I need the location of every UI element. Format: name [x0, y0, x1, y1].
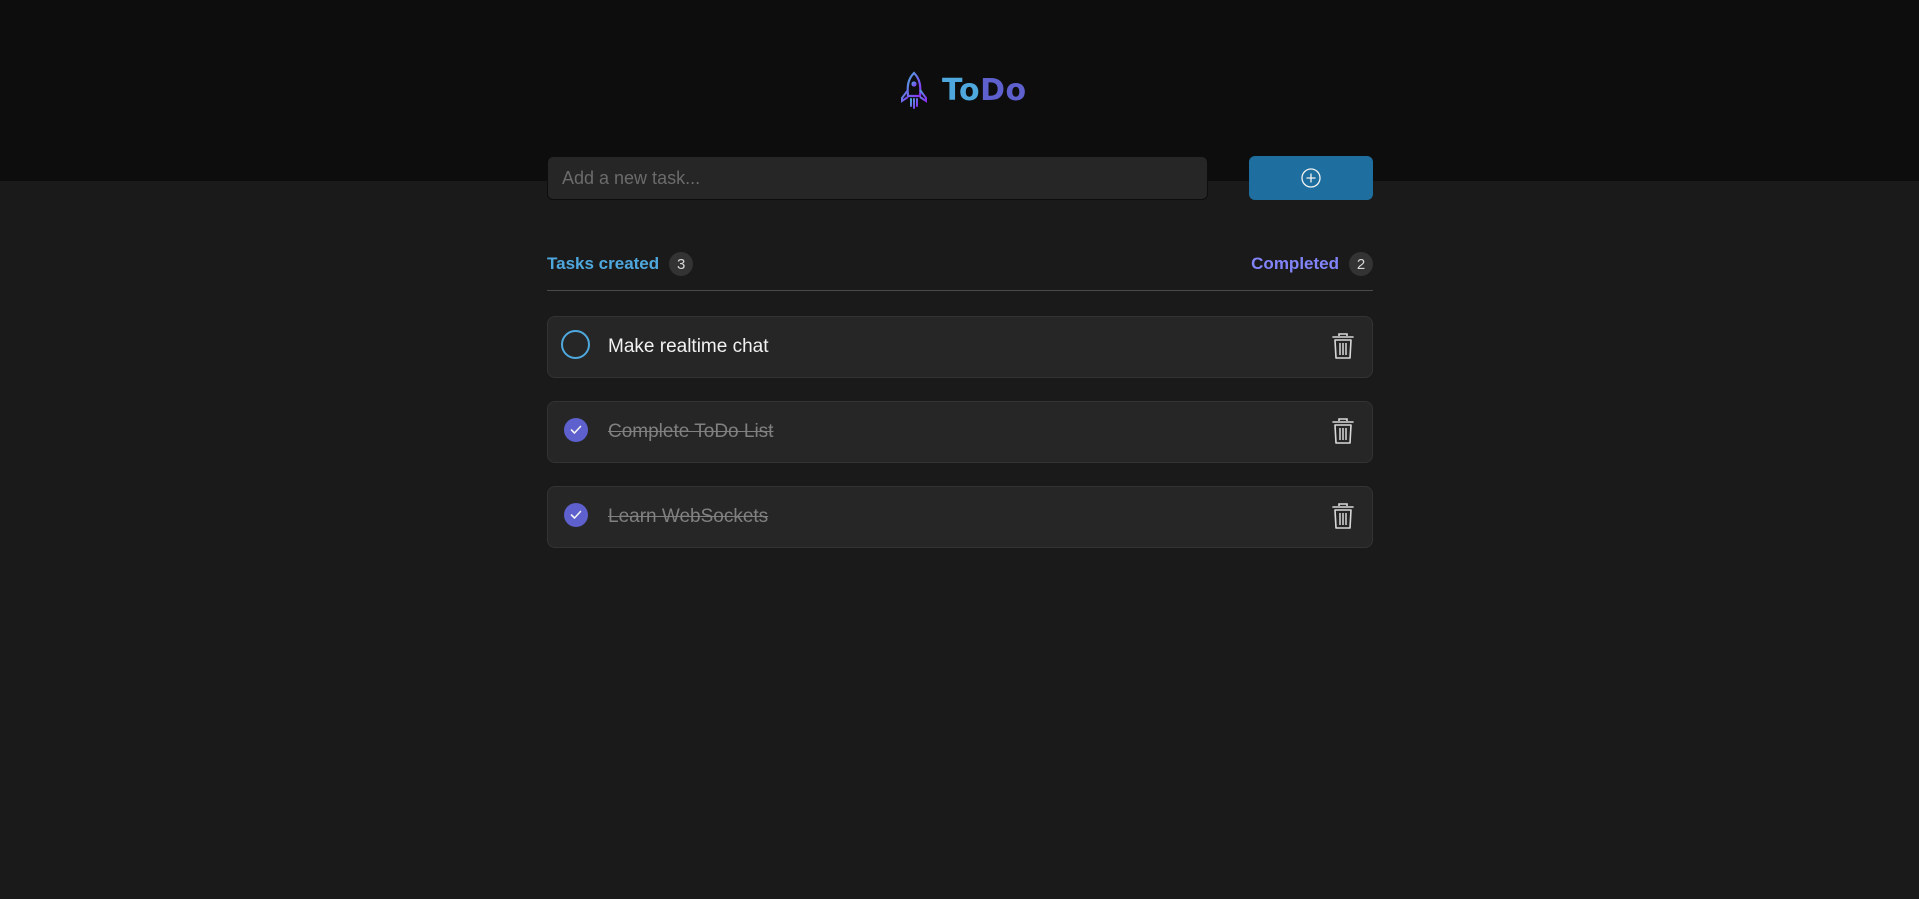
task-text: Learn WebSockets	[608, 506, 769, 527]
app-title-part2: Do	[980, 72, 1027, 108]
delete-task-button[interactable]	[1329, 415, 1357, 447]
tasks-created-count: 3	[669, 252, 694, 276]
task-checkbox[interactable]	[564, 503, 588, 527]
add-task-button[interactable]	[1249, 156, 1373, 200]
plus-circle-icon	[1301, 168, 1321, 188]
app-title: ToDo	[942, 73, 1027, 108]
completed-stat: Completed 2	[1251, 252, 1373, 276]
completed-label: Completed	[1251, 254, 1339, 273]
completed-count: 2	[1349, 252, 1373, 276]
task-item: Make realtime chat	[547, 316, 1373, 378]
checkmark-icon	[570, 510, 582, 519]
task-text: Complete ToDo List	[608, 421, 774, 442]
app-title-part1: To	[942, 72, 981, 108]
stats-divider	[547, 290, 1373, 291]
tasks-created-stat: Tasks created 3	[547, 252, 694, 276]
task-checkbox[interactable]	[564, 418, 588, 442]
delete-task-button[interactable]	[1329, 330, 1357, 362]
task-item: Complete ToDo List	[547, 401, 1373, 463]
task-text: Make realtime chat	[608, 336, 769, 357]
tasks-created-label: Tasks created	[547, 254, 660, 273]
task-item: Learn WebSockets	[547, 486, 1373, 548]
trash-icon	[1332, 503, 1354, 529]
task-stats: Tasks created 3 Completed 2	[547, 251, 1373, 277]
checkmark-icon	[570, 425, 582, 434]
app-logo: ToDo	[898, 70, 1027, 110]
task-checkbox[interactable]	[561, 330, 590, 359]
trash-icon	[1332, 418, 1354, 444]
rocket-icon	[901, 71, 927, 109]
new-task-input[interactable]	[547, 156, 1208, 200]
trash-icon	[1332, 333, 1354, 359]
task-list: Make realtime chat Complete ToDo List Le…	[547, 316, 1373, 571]
delete-task-button[interactable]	[1329, 500, 1357, 532]
